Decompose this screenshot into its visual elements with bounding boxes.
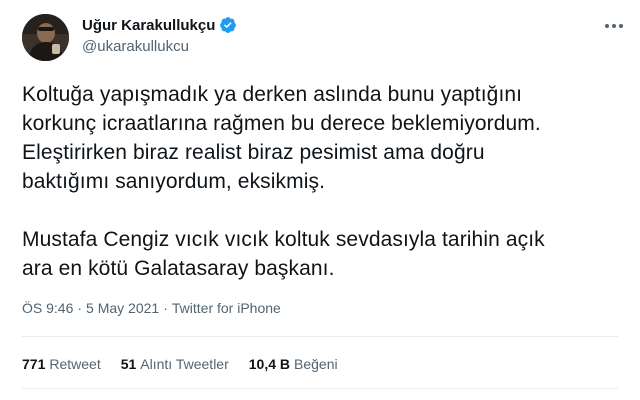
likes-stat[interactable]: 10,4 B Beğeni — [249, 356, 338, 372]
tweet-date[interactable]: 5 May 2021 — [86, 300, 159, 316]
meta-separator: · — [77, 300, 83, 316]
meta-separator: · — [163, 300, 168, 316]
display-name[interactable]: Uğur Karakullukçu — [82, 17, 215, 34]
tweet-time[interactable]: ÖS 9:46 — [22, 300, 73, 316]
tweet-text: Koltuğa yapışmadık ya derken aslında bun… — [22, 83, 545, 280]
quotes-count: 51 — [120, 356, 137, 372]
divider — [22, 336, 618, 337]
tweet-meta: ÖS 9:46 · 5 May 2021 · Twitter for iPhon… — [22, 300, 281, 316]
author-block: Uğur Karakullukçu @ukarakullukcu — [82, 14, 237, 55]
retweets-count: 771 — [22, 356, 46, 372]
likes-count: 10,4 B — [248, 356, 290, 372]
tweet-stats: 771 Retweet 51 Alıntı Tweetler 10,4 B Beğen… — [22, 356, 338, 372]
retweets-stat[interactable]: 771 Retweet — [22, 356, 101, 372]
user-avatar-icon — [22, 14, 69, 61]
verified-badge-icon — [219, 16, 237, 34]
retweets-label: Retweet — [49, 356, 101, 372]
likes-label: Beğeni — [294, 356, 338, 372]
user-handle[interactable]: @ukarakullukcu — [82, 38, 237, 55]
quotes-label: Alıntı Tweetler — [140, 356, 229, 372]
avatar[interactable] — [22, 14, 69, 61]
tweet-card: Uğur Karakullukçu @ukarakullukcu Koltuğa… — [0, 0, 640, 400]
quotes-stat[interactable]: 51 Alıntı Tweetler — [121, 356, 229, 372]
tweet-source[interactable]: Twitter for iPhone — [172, 300, 281, 316]
more-options-icon[interactable] — [602, 18, 626, 34]
divider — [22, 388, 618, 389]
author-name-row: Uğur Karakullukçu — [82, 14, 237, 36]
